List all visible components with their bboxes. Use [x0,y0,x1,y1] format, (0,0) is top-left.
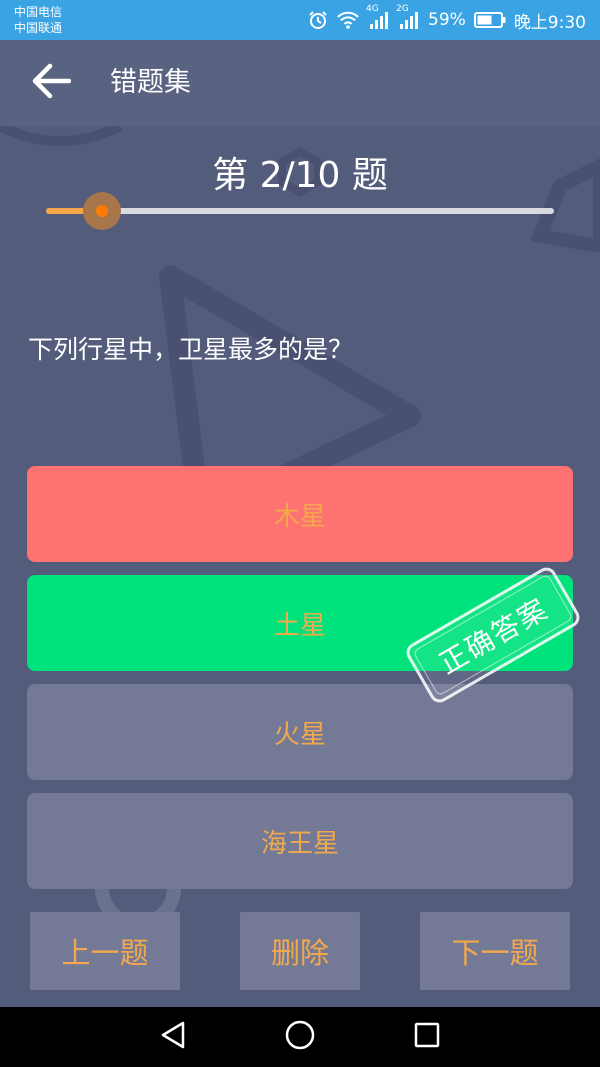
signal-1-label: 4G [366,4,379,14]
delete-button[interactable]: 删除 [240,912,360,990]
app-bar: 错题集 [0,40,600,126]
page-title: 错题集 [110,67,191,98]
carrier-1: 中国电信 [14,5,63,19]
question-progress-slider[interactable] [46,192,554,230]
recents-square-icon [413,1021,441,1053]
option-jupiter[interactable]: 木星 [27,466,573,562]
nav-back-button[interactable] [148,1012,198,1062]
carrier-2: 中国联通 [14,21,63,35]
question-progress-label: 第 2/10 题 [212,155,388,196]
option-neptune[interactable]: 海王星 [27,793,573,889]
battery-icon [473,11,506,29]
answer-options: 木星 土星 火星 海王星 [27,466,573,902]
nav-recents-button[interactable] [402,1012,452,1062]
signal-icon: 2G [396,4,420,30]
system-nav-bar [0,1007,600,1067]
slider-thumb-dot [95,205,108,217]
back-triangle-icon [159,1020,187,1054]
clock: 晚上9:30 [513,12,586,33]
back-button[interactable] [26,58,76,108]
alarm-icon [308,10,328,30]
nav-home-button[interactable] [275,1012,325,1062]
battery-percent: 59% [428,10,466,30]
option-label: 海王星 [260,828,339,859]
arrow-left-icon [31,63,72,103]
next-question-button[interactable]: 下一题 [420,912,570,990]
option-label: 木星 [273,501,326,532]
previous-question-button[interactable]: 上一题 [30,912,180,990]
slider-thumb[interactable] [82,192,121,230]
carrier-info: 中国电信 中国联通 [14,4,62,36]
wifi-icon [336,10,360,30]
option-label: 火星 [273,719,326,750]
option-mars[interactable]: 火星 [27,684,573,780]
status-bar: 中国电信 中国联通 4G 2G 59% 晚上9:30 [0,0,600,40]
status-icons: 4G 2G 59% 晚上9:30 [308,0,586,40]
question-text: 下列行星中，卫星最多的是？ [28,335,354,364]
slider-track [46,208,554,214]
option-label: 土星 [273,610,326,641]
home-circle-icon [284,1019,316,1055]
signal-icon: 4G [366,4,390,30]
signal-2-label: 2G [396,4,409,14]
